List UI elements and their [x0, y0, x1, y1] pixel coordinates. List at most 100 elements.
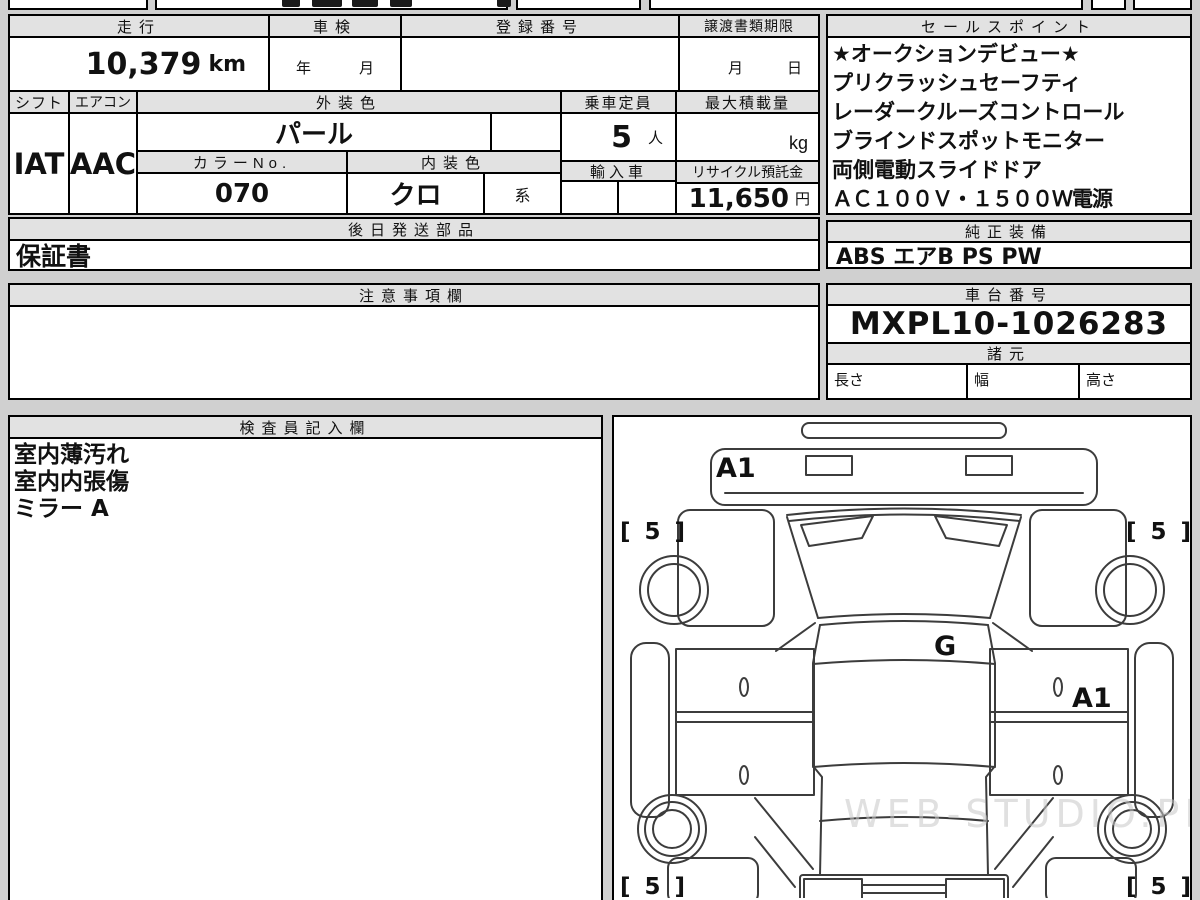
door-handle	[1053, 677, 1063, 697]
capacity-number: 5	[611, 119, 632, 155]
mileage-value: 10,379 km	[8, 36, 270, 92]
mileage-unit: km	[208, 51, 246, 77]
transfer-deadline-value: 月 日	[678, 36, 820, 92]
windshield-side	[786, 516, 819, 619]
registration-value	[400, 36, 680, 92]
sales-points-list: ★オークションデビュー★ プリクラッシュセーフティ レーダークルーズコントロール…	[826, 36, 1192, 215]
roof-seam	[812, 762, 996, 768]
inspection-year-label: 年	[295, 60, 311, 77]
door-handle	[739, 765, 749, 785]
aircon-value: AAC	[68, 112, 138, 215]
inspector-note-line: 室内薄汚れ	[14, 442, 129, 468]
max-load-value: kg	[675, 112, 820, 162]
door-handle	[1053, 765, 1063, 785]
sales-point-item: プリクラッシュセーフティ	[832, 71, 1082, 95]
exterior-color-extra-cell	[490, 112, 562, 152]
rear-quarter-right	[1045, 857, 1137, 900]
windshield-bottom	[817, 613, 991, 619]
cropped-row-cell	[8, 0, 148, 10]
capacity-header: 乗車定員	[560, 90, 677, 114]
shift-value: IAT	[8, 112, 70, 215]
inspection-header: 車検	[268, 14, 402, 38]
inspection-month-label: 月	[359, 60, 375, 77]
spec-length-cell: 長さ	[826, 363, 968, 400]
recycle-deposit-number: 11,650	[688, 183, 789, 214]
mileage-header: 走行	[8, 14, 270, 38]
cropped-row-cell	[1091, 0, 1126, 10]
windshield-bottom	[819, 620, 989, 626]
mark-right-rear-door: A1	[1072, 683, 1112, 714]
interior-color-header: 内装色	[346, 150, 562, 174]
sales-points-header: セールスポイント	[826, 14, 1192, 38]
color-no-value: 070	[136, 172, 348, 215]
wiper-left	[800, 515, 874, 547]
cautions-header: 注意事項欄	[8, 283, 820, 307]
exterior-color-value: パール	[136, 112, 492, 152]
front-left-wheel	[647, 563, 701, 617]
roof-seam	[812, 659, 996, 665]
inspector-notes-body: 室内薄汚れ 室内内張傷 ミラー A	[8, 437, 603, 900]
recycle-deposit-value: 11,650 円	[675, 182, 820, 215]
chassis-no-header: 車台番号	[826, 283, 1192, 306]
spec-width-cell: 幅	[966, 363, 1080, 400]
genuine-equipment-value: ABS エアB PS PW	[826, 241, 1192, 270]
spec-height-cell: 高さ	[1078, 363, 1192, 400]
aircon-header: エアコン	[68, 90, 138, 114]
tire-grade-bottom-right: [ 5 ]	[1126, 874, 1190, 898]
cowl-arc	[788, 513, 1020, 522]
inspector-note-line: ミラー A	[14, 496, 109, 522]
rear-bumper-recess	[945, 878, 1005, 900]
sales-point-item: ＡＣ１００Ｖ・１５００Ｗ電源	[832, 187, 1113, 211]
watermark-text: WEB-STUDIO.PRO	[844, 792, 1190, 836]
car-damage-diagram: WEB-STUDIO.PRO A1 G A1 [ 5 ] [ 5 ] [ 5 ]…	[620, 422, 1200, 900]
import-value-cell	[617, 180, 677, 215]
sales-point-item: ブラインドスポットモニター	[832, 129, 1105, 153]
import-header: 輸入車	[560, 160, 677, 182]
transfer-deadline-header: 譲渡書類期限	[678, 14, 820, 38]
deadline-day-label: 日	[786, 60, 802, 77]
wiper-right	[934, 515, 1008, 547]
cropped-text-fragment	[390, 0, 412, 7]
a-pillar-fold	[775, 622, 816, 652]
chassis-no-value: MXPL10-1026283	[826, 304, 1192, 344]
front-grille-left	[805, 455, 853, 476]
front-bumper	[710, 448, 1098, 506]
cropped-text-fragment	[312, 0, 342, 7]
sales-point-item: レーダークルーズコントロール	[832, 100, 1125, 124]
cropped-row-cell	[1133, 0, 1192, 10]
windshield-side	[989, 516, 1022, 619]
damage-diagram-panel: WEB-STUDIO.PRO A1 G A1 [ 5 ] [ 5 ] [ 5 ]…	[612, 415, 1200, 900]
recycle-deposit-header: リサイクル預託金	[675, 160, 820, 184]
capacity-unit: 人	[647, 129, 663, 147]
shift-header: シフト	[8, 90, 70, 114]
specs-header: 諸元	[826, 342, 1192, 365]
deadline-month-label: 月	[727, 60, 743, 77]
rear-bumper-recess	[803, 878, 863, 900]
interior-color-value: クロ	[346, 172, 485, 215]
mark-windshield: G	[934, 631, 956, 662]
roof-strip	[801, 422, 1007, 439]
sales-point-item: 両側電動スライドドア	[832, 158, 1042, 182]
inspection-value: 年 月	[268, 36, 402, 92]
interior-color-suffix: 系	[483, 172, 562, 215]
tire-grade-top-left: [ 5 ]	[620, 519, 688, 545]
color-no-header: カラーNo.	[136, 150, 348, 174]
rocker-panel-left	[630, 642, 670, 818]
front-left-wheel	[639, 555, 709, 625]
front-right-wheel	[1095, 555, 1165, 625]
d-pillar-fold	[754, 836, 796, 888]
cropped-row-cell	[649, 0, 1083, 10]
import-value-cell	[560, 180, 619, 215]
tire-grade-bottom-left: [ 5 ]	[620, 874, 688, 898]
sales-point-item: ★オークションデビュー★	[832, 42, 1080, 66]
capacity-value: 5 人	[560, 112, 677, 162]
max-load-unit: kg	[788, 133, 808, 153]
cropped-text-fragment	[497, 0, 511, 7]
door-handle	[739, 677, 749, 697]
auction-sheet: 走行 車検 登録番号 譲渡書類期限 10,379 km 年 月 月 日 シフト …	[0, 0, 1200, 900]
cropped-row-cell	[516, 0, 641, 10]
recycle-deposit-unit: 円	[794, 191, 810, 208]
front-grille-right	[965, 455, 1013, 476]
shipped-later-header: 後日発送部品	[8, 217, 820, 241]
cropped-text-fragment	[352, 0, 378, 7]
